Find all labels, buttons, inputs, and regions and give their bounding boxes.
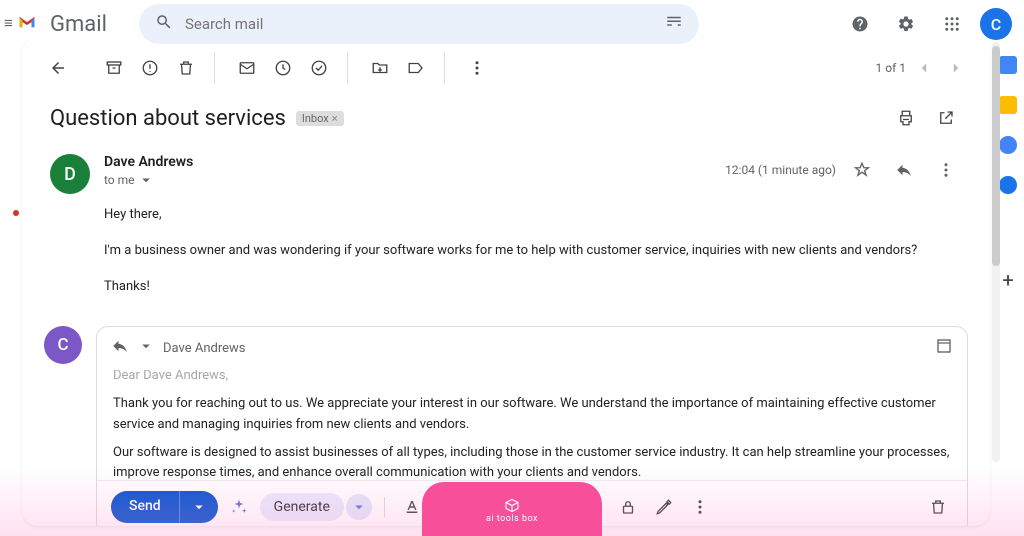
signature-icon[interactable] — [649, 492, 679, 522]
ai-sparkle-icon[interactable] — [224, 492, 254, 522]
gmail-logo-text: Gmail — [50, 12, 107, 37]
reply-icon[interactable] — [888, 154, 920, 186]
email-body: Hey there, I'm a business owner and was … — [22, 200, 990, 316]
apps-icon[interactable] — [934, 6, 970, 42]
labels-icon[interactable] — [400, 52, 432, 84]
compose-recipient[interactable]: Dave Andrews — [163, 341, 246, 356]
page-count: 1 of 1 — [876, 61, 906, 75]
gmail-logo[interactable]: Gmail — [18, 12, 107, 37]
search-icon — [155, 13, 173, 35]
chevron-down-icon — [137, 171, 155, 189]
calendar-app-icon[interactable] — [999, 56, 1017, 74]
settings-icon[interactable] — [888, 6, 924, 42]
email-view: 1 of 1 Question about services Inbox× D … — [22, 38, 990, 526]
compose-more-icon[interactable] — [685, 492, 715, 522]
box-icon — [503, 495, 521, 513]
reply-dropdown-icon[interactable] — [137, 337, 155, 359]
back-icon[interactable] — [42, 52, 74, 84]
popout-icon[interactable] — [935, 337, 953, 359]
archive-icon[interactable] — [98, 52, 130, 84]
more-icon[interactable] — [461, 52, 493, 84]
compose-body[interactable]: Dear Dave Andrews, Thank you for reachin… — [97, 370, 967, 480]
email-timestamp: 12:04 (1 minute ago) — [725, 163, 836, 177]
discard-draft-icon[interactable] — [923, 492, 953, 522]
scrollbar[interactable] — [992, 42, 1000, 462]
recipient-line[interactable]: to me — [104, 171, 711, 189]
add-app-icon[interactable]: + — [1002, 268, 1013, 292]
add-task-icon[interactable] — [303, 52, 335, 84]
tasks-app-icon[interactable] — [999, 136, 1017, 154]
sender-avatar[interactable]: D — [50, 154, 90, 194]
spam-icon[interactable] — [134, 52, 166, 84]
search-options-icon[interactable] — [665, 13, 683, 35]
move-to-icon[interactable] — [364, 52, 396, 84]
generate-button[interactable]: Generate — [260, 493, 344, 521]
email-toolbar: 1 of 1 — [22, 52, 990, 94]
gmail-logo-icon — [18, 13, 46, 35]
send-button[interactable]: Send — [111, 491, 218, 523]
support-icon[interactable] — [842, 6, 878, 42]
reply-type-icon[interactable] — [111, 337, 129, 359]
print-icon[interactable] — [890, 102, 922, 134]
open-new-window-icon[interactable] — [930, 102, 962, 134]
notification-dot — [13, 210, 19, 216]
send-options-icon[interactable] — [179, 491, 218, 523]
delete-icon[interactable] — [170, 52, 202, 84]
mark-unread-icon[interactable] — [231, 52, 263, 84]
snooze-icon[interactable] — [267, 52, 299, 84]
next-icon[interactable] — [942, 54, 970, 82]
prev-icon[interactable] — [910, 54, 938, 82]
email-more-icon[interactable] — [930, 154, 962, 186]
generate-more-icon[interactable] — [346, 494, 372, 520]
confidential-icon[interactable] — [613, 492, 643, 522]
search-box[interactable] — [139, 4, 699, 44]
contacts-app-icon[interactable] — [999, 176, 1017, 194]
sender-name: Dave Andrews — [104, 154, 711, 170]
keep-app-icon[interactable] — [999, 96, 1017, 114]
my-avatar: C — [44, 326, 82, 364]
search-input[interactable] — [185, 15, 653, 33]
inbox-label[interactable]: Inbox× — [296, 111, 344, 126]
remove-label-icon[interactable]: × — [332, 112, 338, 125]
email-subject: Question about services — [50, 106, 286, 131]
account-avatar[interactable]: C — [980, 8, 1012, 40]
star-icon[interactable] — [846, 154, 878, 186]
watermark-badge: ai tools box — [422, 482, 602, 536]
top-bar: Gmail C — [0, 0, 1024, 48]
